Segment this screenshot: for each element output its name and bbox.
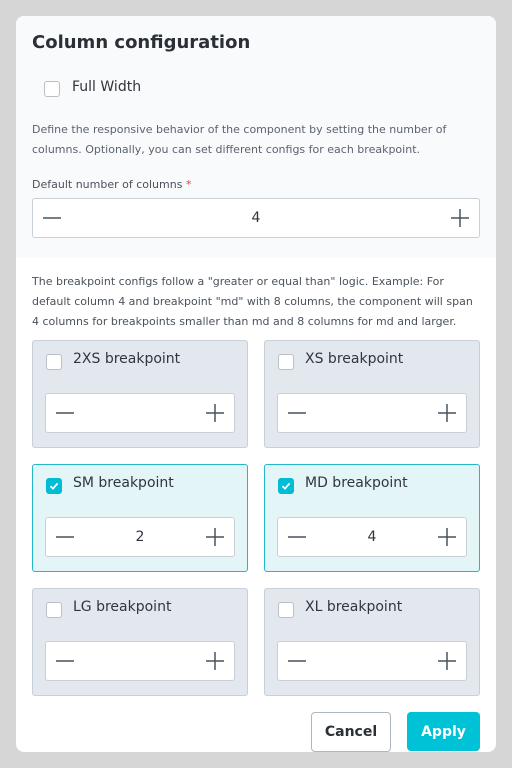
default-columns-value[interactable]: 4 <box>73 199 439 237</box>
breakpoint-label: MD breakpoint <box>305 475 408 491</box>
increment-button[interactable] <box>428 642 466 680</box>
breakpoint-checkbox-lg[interactable] <box>46 602 62 618</box>
breakpoint-checkbox-xs[interactable] <box>278 354 294 370</box>
decrement-button[interactable] <box>278 394 316 432</box>
minus-icon <box>288 536 306 538</box>
breakpoint-checkbox-xl[interactable] <box>278 602 294 618</box>
minus-icon <box>56 536 74 538</box>
plus-icon <box>206 652 224 670</box>
breakpoint-value[interactable] <box>318 642 426 680</box>
minus-icon <box>288 412 306 414</box>
breakpoint-card-md: MD breakpoint 4 <box>264 464 480 572</box>
plus-icon <box>451 209 469 227</box>
plus-icon <box>438 652 456 670</box>
breakpoint-stepper-xs <box>277 393 467 433</box>
full-width-label: Full Width <box>72 79 142 95</box>
plus-icon <box>206 528 224 546</box>
breakpoint-card-lg: LG breakpoint <box>32 588 248 696</box>
increment-button[interactable] <box>196 642 234 680</box>
breakpoint-card-sm: SM breakpoint 2 <box>32 464 248 572</box>
breakpoint-stepper-sm: 2 <box>45 517 235 557</box>
breakpoint-value[interactable] <box>86 394 194 432</box>
apply-button[interactable]: Apply <box>407 712 480 751</box>
full-width-checkbox[interactable] <box>44 81 60 97</box>
minus-icon <box>56 660 74 662</box>
plus-icon <box>438 404 456 422</box>
check-icon <box>281 482 291 490</box>
breakpoint-card-xl: XL breakpoint <box>264 588 480 696</box>
breakpoint-value[interactable] <box>86 642 194 680</box>
breakpoint-label: 2XS breakpoint <box>73 351 181 367</box>
minus-icon <box>288 660 306 662</box>
breakpoint-label: XS breakpoint <box>305 351 404 367</box>
dialog-title: Column configuration <box>32 32 251 53</box>
breakpoint-card-xs: XS breakpoint <box>264 340 480 448</box>
check-icon <box>49 482 59 490</box>
breakpoint-label: LG breakpoint <box>73 599 172 615</box>
plus-icon <box>438 528 456 546</box>
decrement-button[interactable] <box>46 394 84 432</box>
breakpoint-checkbox-sm[interactable] <box>46 478 62 494</box>
breakpoint-checkbox-md[interactable] <box>278 478 294 494</box>
breakpoint-stepper-2xs <box>45 393 235 433</box>
minus-icon <box>43 217 61 219</box>
breakpoint-value[interactable]: 4 <box>318 518 426 556</box>
increment-button[interactable] <box>196 394 234 432</box>
minus-icon <box>56 412 74 414</box>
decrement-button[interactable] <box>278 642 316 680</box>
breakpoint-stepper-lg <box>45 641 235 681</box>
cancel-button[interactable]: Cancel <box>311 712 391 752</box>
breakpoint-checkbox-2xs[interactable] <box>46 354 62 370</box>
increment-button[interactable] <box>441 199 479 237</box>
decrement-button[interactable] <box>278 518 316 556</box>
breakpoint-label: SM breakpoint <box>73 475 174 491</box>
default-columns-label: Default number of columns * <box>32 178 191 191</box>
breakpoint-stepper-md: 4 <box>277 517 467 557</box>
default-config-section: Column configuration Full Width Define t… <box>16 16 496 258</box>
description-text: Define the responsive behavior of the co… <box>32 123 447 156</box>
decrement-button[interactable] <box>46 642 84 680</box>
breakpoint-label: XL breakpoint <box>305 599 403 615</box>
required-marker: * <box>185 178 192 191</box>
increment-button[interactable] <box>428 394 466 432</box>
decrement-button[interactable] <box>46 518 84 556</box>
breakpoint-note: The breakpoint configs follow a "greater… <box>32 275 473 328</box>
increment-button[interactable] <box>428 518 466 556</box>
breakpoint-value[interactable] <box>318 394 426 432</box>
increment-button[interactable] <box>196 518 234 556</box>
decrement-button[interactable] <box>33 199 71 237</box>
breakpoint-stepper-xl <box>277 641 467 681</box>
plus-icon <box>206 404 224 422</box>
default-columns-label-text: Default number of columns <box>32 178 183 191</box>
breakpoint-card-2xs: 2XS breakpoint <box>32 340 248 448</box>
column-configuration-dialog: Column configuration Full Width Define t… <box>16 16 496 752</box>
default-columns-stepper: 4 <box>32 198 480 238</box>
breakpoint-value[interactable]: 2 <box>86 518 194 556</box>
